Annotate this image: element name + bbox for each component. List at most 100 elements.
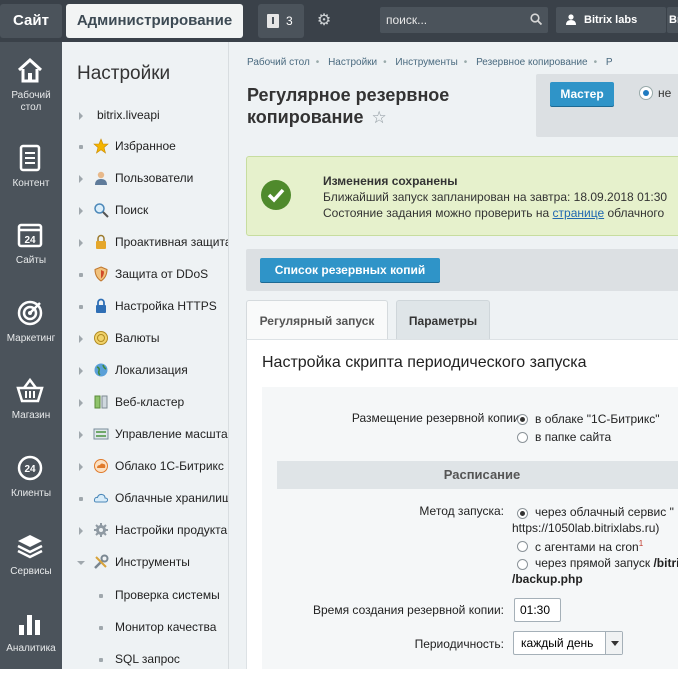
placement-cloud-label: в облаке "1С-Битрикс" xyxy=(535,412,660,426)
period-select[interactable]: каждый день xyxy=(513,631,623,655)
tab-parameters[interactable]: Параметры xyxy=(396,300,490,340)
chevron-down-icon[interactable] xyxy=(605,632,622,654)
leftbar-item-shop[interactable]: Магазин xyxy=(0,362,62,440)
search-box[interactable] xyxy=(380,7,548,33)
clients-number: 24 xyxy=(24,464,36,475)
leftbar-item-content[interactable]: Контент xyxy=(0,130,62,208)
breadcrumb-item[interactable]: Настройки xyxy=(328,57,377,68)
status-text: облачного xyxy=(604,206,665,220)
site-tab[interactable]: Сайт xyxy=(0,4,62,38)
menu-item-label: Валюты xyxy=(115,331,160,345)
arrow-right-icon[interactable] xyxy=(79,367,83,375)
menu-item-label: SQL запрос xyxy=(115,652,180,666)
menu-item-proactive[interactable]: Проактивная защита xyxy=(62,233,229,265)
menu-item-label: Локализация xyxy=(115,363,188,377)
time-input[interactable]: 01:30 xyxy=(514,598,561,622)
menu-item-cloud[interactable]: Облако 1С-Битрикс xyxy=(62,457,228,489)
success-title: Изменения сохранены xyxy=(323,174,458,188)
placement-folder-label: в папке сайта xyxy=(535,430,612,444)
form-panel: Настройка скрипта периодического запуска… xyxy=(246,339,678,669)
radio-button[interactable] xyxy=(639,86,653,100)
placement-cloud-radio[interactable] xyxy=(517,414,528,425)
leftbar-label: Магазин xyxy=(11,410,51,421)
arrow-right-icon[interactable] xyxy=(79,527,83,535)
gear-icon xyxy=(94,523,108,537)
period-label: Периодичность: xyxy=(414,637,504,651)
arrow-right-icon[interactable] xyxy=(79,335,83,343)
star-icon xyxy=(93,138,109,154)
arrow-right-icon[interactable] xyxy=(79,463,83,471)
list-bar: Список резервных копий xyxy=(246,249,678,291)
menu-item-product-settings[interactable]: Настройки продукта xyxy=(62,521,228,553)
scaling-icon xyxy=(93,428,109,440)
menu-item-ddos[interactable]: Защита от DDoS xyxy=(62,265,228,297)
menu-item-cloud-storage[interactable]: Облачные хранилища xyxy=(62,489,228,521)
menu-item-sql[interactable]: SQL запрос xyxy=(62,650,228,669)
user-menu[interactable]: Bitrix labs xyxy=(556,7,666,33)
menu-item-webcluster[interactable]: Веб-кластер xyxy=(62,393,228,425)
breadcrumb-item[interactable]: Рабочий стол xyxy=(247,57,310,68)
method-cron-radio[interactable] xyxy=(517,541,528,552)
breadcrumb-item[interactable]: Р xyxy=(606,57,613,68)
page-title-line: копирование xyxy=(247,107,364,127)
menu-item-localization[interactable]: Локализация xyxy=(62,361,228,393)
method-cloud-radio[interactable] xyxy=(517,508,528,519)
menu-item-liveapi[interactable]: bitrix.liveapi xyxy=(62,106,228,138)
star-icon[interactable]: ☆ xyxy=(371,108,386,127)
menu-item-tools[interactable]: Инструменты xyxy=(62,553,228,585)
schedule-header: Расписание xyxy=(277,461,678,489)
menu-item-quality-monitor[interactable]: Монитор качества xyxy=(62,618,228,650)
menu-item-system-check[interactable]: Проверка системы xyxy=(62,586,228,618)
globe-icon xyxy=(94,363,108,377)
left-icon-bar: Рабочий стол Контент 24 Сайты Маркетинг … xyxy=(0,42,62,669)
status-page-link[interactable]: странице xyxy=(553,206,605,220)
method-cron-text: с агентами на cron xyxy=(535,540,639,554)
leftbar-label: Маркетинг xyxy=(6,333,56,344)
tab-regular-run[interactable]: Регулярный запуск xyxy=(246,300,388,340)
menu-item-currencies[interactable]: Валюты xyxy=(62,329,228,361)
method-direct-radio[interactable] xyxy=(517,559,528,570)
menu-item-search[interactable]: Поиск xyxy=(62,201,228,233)
shield-icon xyxy=(94,266,108,282)
menu-item-scaling[interactable]: Управление масштабированием xyxy=(62,425,228,457)
leftbar-item-sites[interactable]: 24 Сайты xyxy=(0,207,62,285)
method-direct-path: /bitri xyxy=(653,556,678,570)
bullet-icon xyxy=(99,626,103,630)
breadcrumb-item[interactable]: Резервное копирование xyxy=(476,57,588,68)
breadcrumb-item[interactable]: Инструменты xyxy=(395,57,457,68)
form-heading: Настройка скрипта периодического запуска xyxy=(262,354,587,371)
placement-folder-radio[interactable] xyxy=(517,432,528,443)
menu-item-label: Управление масштабированием xyxy=(115,427,228,441)
menu-item-favorites[interactable]: Избранное xyxy=(62,137,228,169)
search-input[interactable] xyxy=(380,7,520,33)
admin-tab[interactable]: Администрирование xyxy=(66,4,243,38)
menu-item-label: Поиск xyxy=(115,203,149,217)
menu-item-https[interactable]: Настройка HTTPS xyxy=(62,297,228,329)
leftbar-item-desktop[interactable]: Рабочий стол xyxy=(0,42,62,120)
leftbar-item-marketing[interactable]: Маркетинг xyxy=(0,285,62,363)
master-button[interactable]: Мастер xyxy=(550,82,614,106)
backup-list-button[interactable]: Список резервных копий xyxy=(260,258,440,282)
leftbar-item-clients[interactable]: 24 Клиенты xyxy=(0,440,62,518)
arrow-right-icon[interactable] xyxy=(79,112,83,120)
leftbar-item-services[interactable]: Сервисы xyxy=(0,518,62,596)
notifications-button[interactable]: 3 xyxy=(258,4,304,38)
bullet-icon xyxy=(79,305,83,309)
status-text: Состояние задания можно проверить на xyxy=(323,206,553,220)
leftbar-label: Клиенты xyxy=(10,488,52,499)
leftbar-item-analytics[interactable]: Аналитика xyxy=(0,595,62,673)
language-button[interactable]: Ви xyxy=(667,7,678,33)
gear-icon[interactable]: ⚙ xyxy=(311,4,337,38)
arrow-right-icon[interactable] xyxy=(79,175,83,183)
arrow-down-icon[interactable] xyxy=(77,561,85,565)
arrow-right-icon[interactable] xyxy=(79,239,83,247)
arrow-right-icon[interactable] xyxy=(79,431,83,439)
menu-item-users[interactable]: Пользователи xyxy=(62,169,228,201)
arrow-right-icon[interactable] xyxy=(79,399,83,407)
arrow-right-icon[interactable] xyxy=(79,207,83,215)
server-icon xyxy=(94,395,108,409)
time-label: Время создания резервной копии: xyxy=(313,603,504,617)
menu-item-label: Проактивная защита xyxy=(115,235,229,249)
search-icon[interactable] xyxy=(530,13,542,25)
footnote-marker: 1 xyxy=(638,539,644,548)
